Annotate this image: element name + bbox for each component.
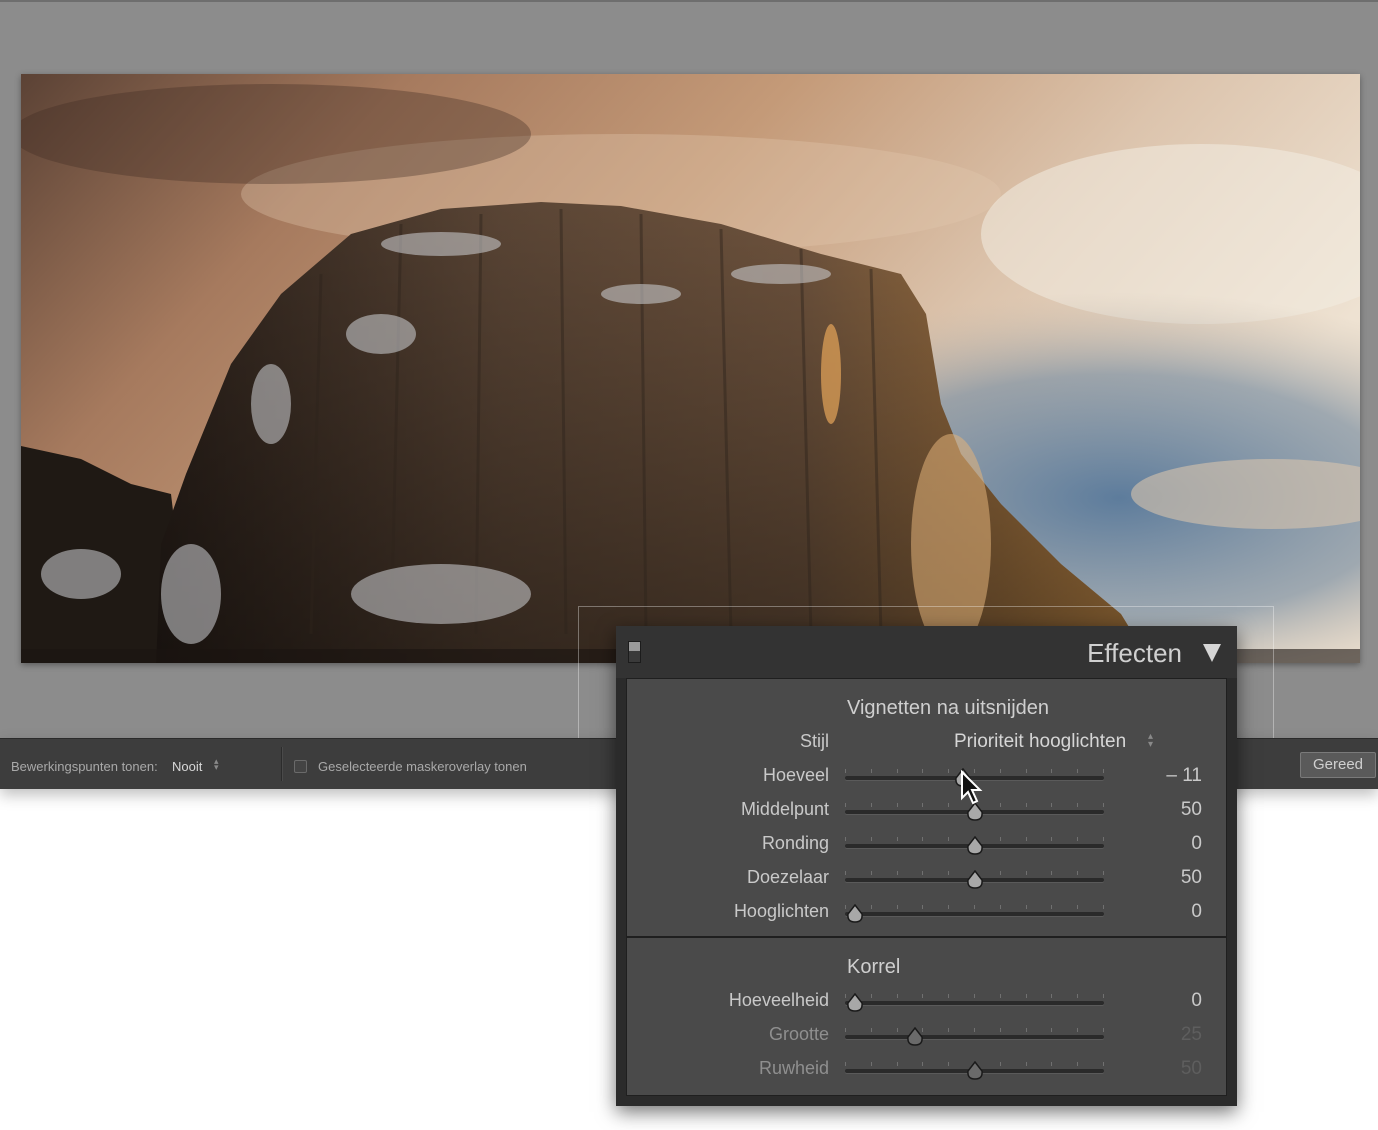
slider-label-doezelaar: Doezelaar — [746, 867, 829, 887]
toolbar-separator — [281, 747, 282, 781]
slider-track[interactable] — [845, 912, 1104, 916]
slider-label-middelpunt: Middelpunt — [740, 799, 829, 819]
slider-value[interactable]: 0 — [1191, 833, 1202, 855]
slider-value[interactable]: 50 — [1181, 867, 1202, 889]
slider-value[interactable]: 50 — [1181, 799, 1202, 821]
slider-thumb[interactable] — [966, 870, 984, 890]
select-arrows-icon: ▴ ▾ — [214, 756, 219, 772]
select-arrows-icon: ▴ ▾ — [1148, 731, 1154, 750]
vignette-title: Vignetten na uitsnijden — [847, 697, 1050, 719]
slider-value[interactable]: 50 — [1181, 1058, 1202, 1080]
slider-label-hoeveelheid: Hoeveelheid — [728, 990, 829, 1010]
slider-track[interactable] — [845, 1035, 1104, 1039]
slider-thumb[interactable] — [966, 1061, 984, 1081]
panel-switch-icon[interactable] — [628, 641, 641, 663]
slider-thumb[interactable] — [966, 836, 984, 856]
slider-ticks — [845, 905, 1104, 911]
slider-label-ronding: Ronding — [761, 833, 829, 853]
mouse-pointer-icon — [961, 770, 983, 805]
slider-thumb[interactable] — [906, 1027, 924, 1047]
slider-value[interactable]: 0 — [1191, 990, 1202, 1012]
slider-thumb[interactable] — [846, 993, 864, 1013]
vignette-section: Vignetten na uitsnijden Stijl Prioriteit… — [626, 678, 1227, 937]
slider-value[interactable]: 25 — [1181, 1024, 1202, 1046]
style-select[interactable]: Prioriteit hooglichten — [954, 731, 1126, 753]
style-label: Stijl — [799, 731, 829, 751]
grain-title: Korrel — [847, 956, 901, 978]
slider-value[interactable]: – 11 — [1166, 765, 1202, 787]
slider-label-hooglichten: Hooglichten — [733, 901, 829, 921]
slider-label-hoeveel: Hoeveel — [762, 765, 829, 785]
slider-ticks — [845, 1028, 1104, 1034]
slider-label-ruwheid: Ruwheid — [758, 1058, 829, 1078]
slider-value[interactable]: 0 — [1191, 901, 1202, 923]
landscape-photo — [21, 74, 1360, 663]
panel-title: Effecten — [1087, 638, 1182, 668]
show-points-label: Bewerkingspunten tonen: — [11, 759, 158, 774]
grain-section: Korrel Hoeveelheid 0 Grootte 25 Ruwheid 50 — [626, 937, 1227, 1096]
slider-thumb[interactable] — [846, 904, 864, 924]
slider-label-grootte: Grootte — [768, 1024, 829, 1044]
effects-panel: Effecten Vignetten na uitsnijden Stijl P… — [616, 626, 1237, 1106]
mask-overlay-label: Geselecteerde maskeroverlay tonen — [318, 759, 527, 774]
mask-overlay-checkbox[interactable] — [294, 760, 307, 773]
top-edge — [0, 0, 1378, 2]
photo-preview[interactable] — [21, 74, 1360, 663]
done-button[interactable]: Gereed — [1300, 752, 1376, 778]
panel-header[interactable]: Effecten — [616, 626, 1237, 678]
slider-track[interactable] — [845, 1001, 1104, 1005]
slider-ticks — [845, 994, 1104, 1000]
collapse-triangle-icon[interactable] — [1203, 644, 1221, 662]
show-points-select[interactable]: Nooit — [172, 759, 202, 774]
